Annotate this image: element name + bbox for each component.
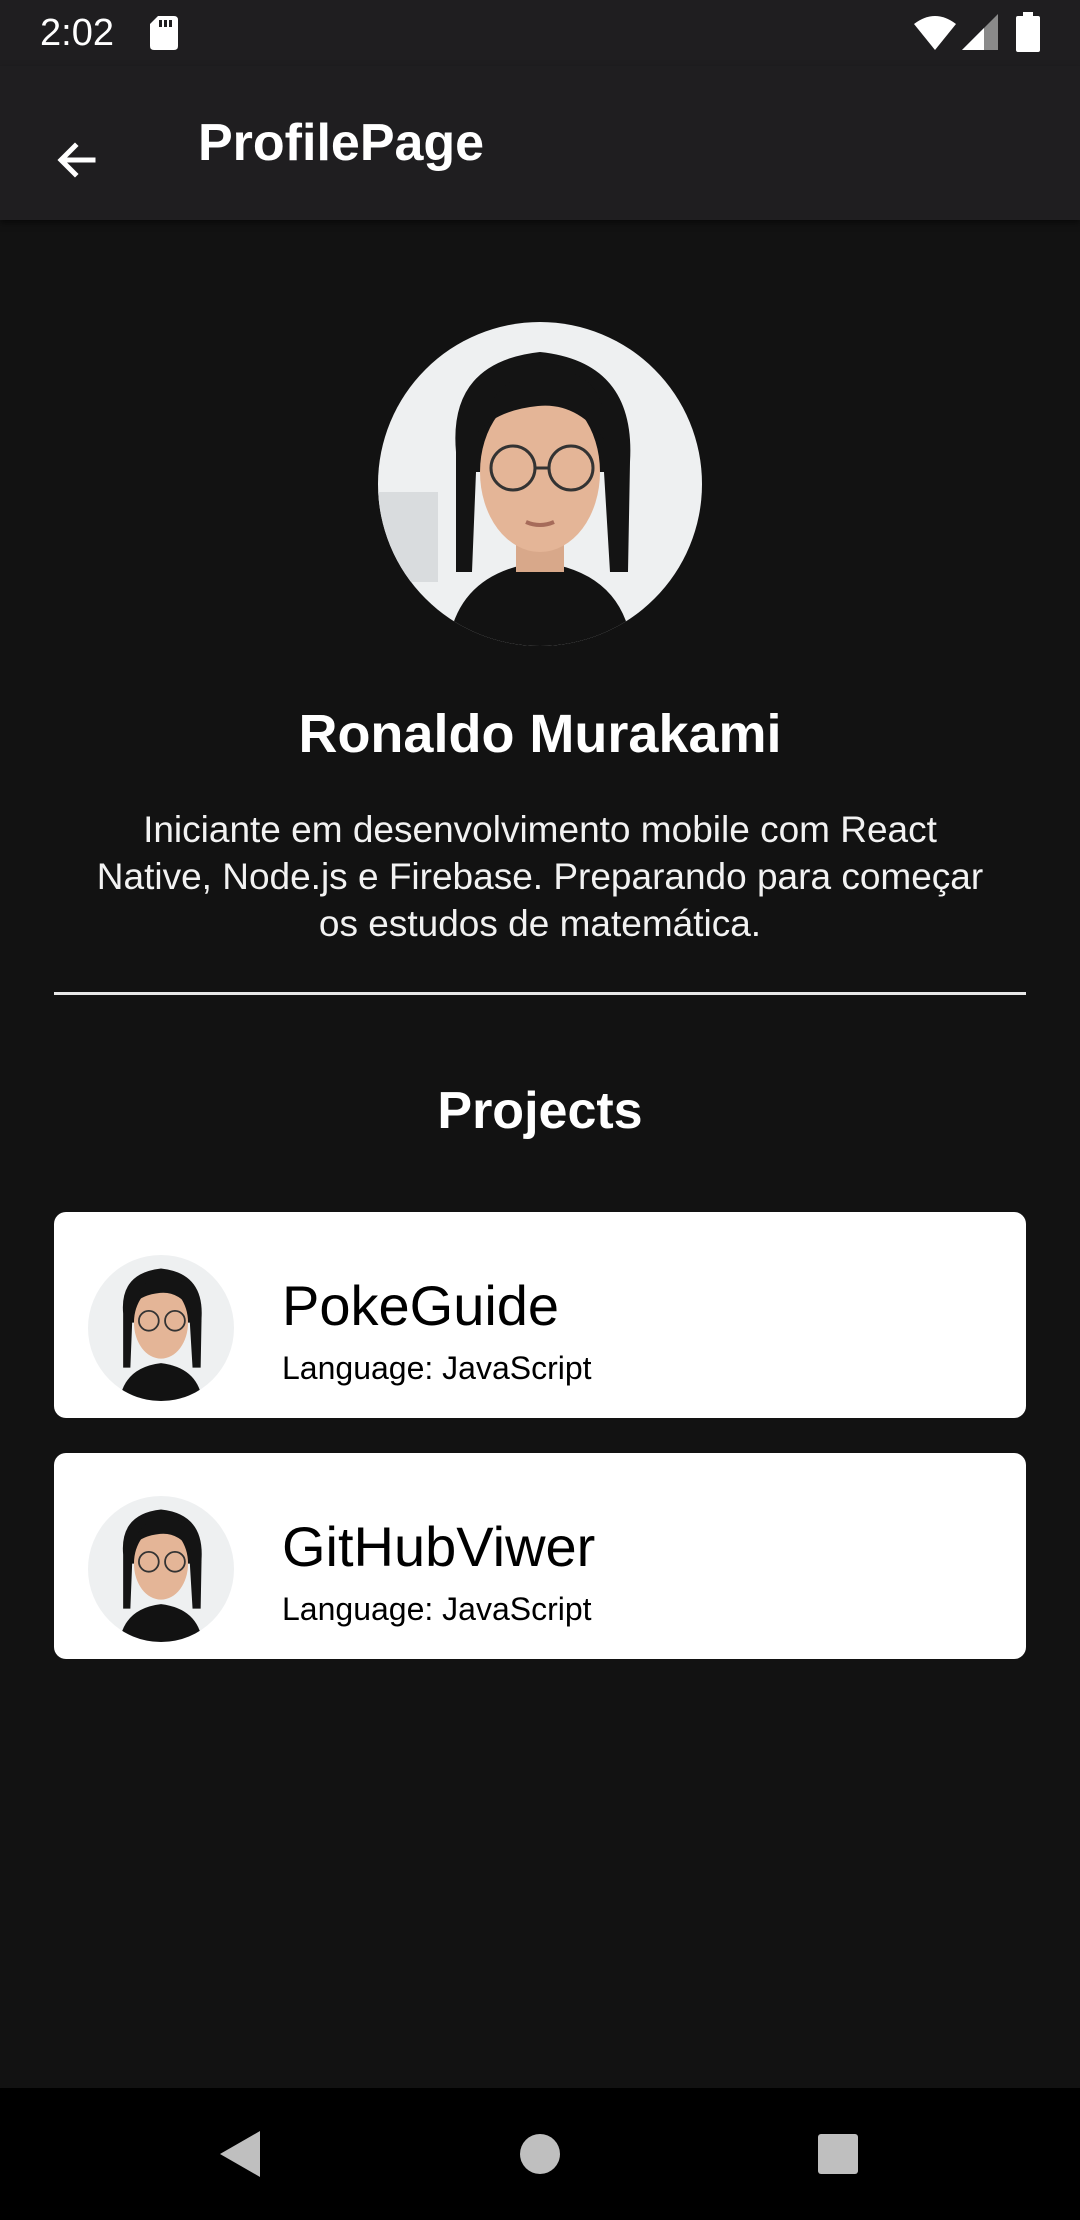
nav-recents-button[interactable] bbox=[798, 2114, 878, 2194]
divider bbox=[54, 992, 1026, 995]
cell-signal-icon bbox=[962, 14, 998, 50]
project-card[interactable]: GitHubViwer Language: JavaScript bbox=[54, 1453, 1026, 1659]
app-bar: ProfilePage bbox=[0, 66, 1080, 220]
project-language: Language: JavaScript bbox=[282, 1591, 592, 1627]
profile-name: Ronaldo Murakami bbox=[298, 704, 782, 764]
nav-home-icon bbox=[520, 2134, 560, 2174]
nav-back-icon bbox=[220, 2131, 260, 2177]
nav-recents-icon bbox=[818, 2134, 858, 2174]
nav-back-button[interactable] bbox=[200, 2114, 280, 2194]
nav-home-button[interactable] bbox=[500, 2114, 580, 2194]
project-card[interactable]: PokeGuide Language: JavaScript bbox=[54, 1212, 1026, 1418]
profile-bio: Iniciante em desenvolvimento mobile com … bbox=[96, 809, 984, 944]
arrow-left-icon bbox=[57, 142, 96, 178]
system-nav-bar bbox=[0, 2088, 1080, 2220]
page-title: ProfilePage bbox=[198, 114, 485, 172]
project-thumbnail bbox=[88, 1496, 234, 1642]
status-time: 2:02 bbox=[40, 12, 114, 54]
status-bar: 2:02 bbox=[0, 0, 1080, 66]
back-button[interactable] bbox=[30, 113, 124, 207]
project-language: Language: JavaScript bbox=[282, 1350, 592, 1386]
project-name: PokeGuide bbox=[282, 1274, 560, 1337]
battery-icon bbox=[1016, 12, 1040, 52]
sd-card-icon bbox=[150, 16, 178, 50]
projects-title: Projects bbox=[437, 1082, 643, 1140]
profile-photo bbox=[378, 322, 702, 646]
project-thumbnail bbox=[88, 1255, 234, 1401]
wifi-icon bbox=[914, 16, 956, 50]
project-name: GitHubViwer bbox=[282, 1515, 596, 1578]
